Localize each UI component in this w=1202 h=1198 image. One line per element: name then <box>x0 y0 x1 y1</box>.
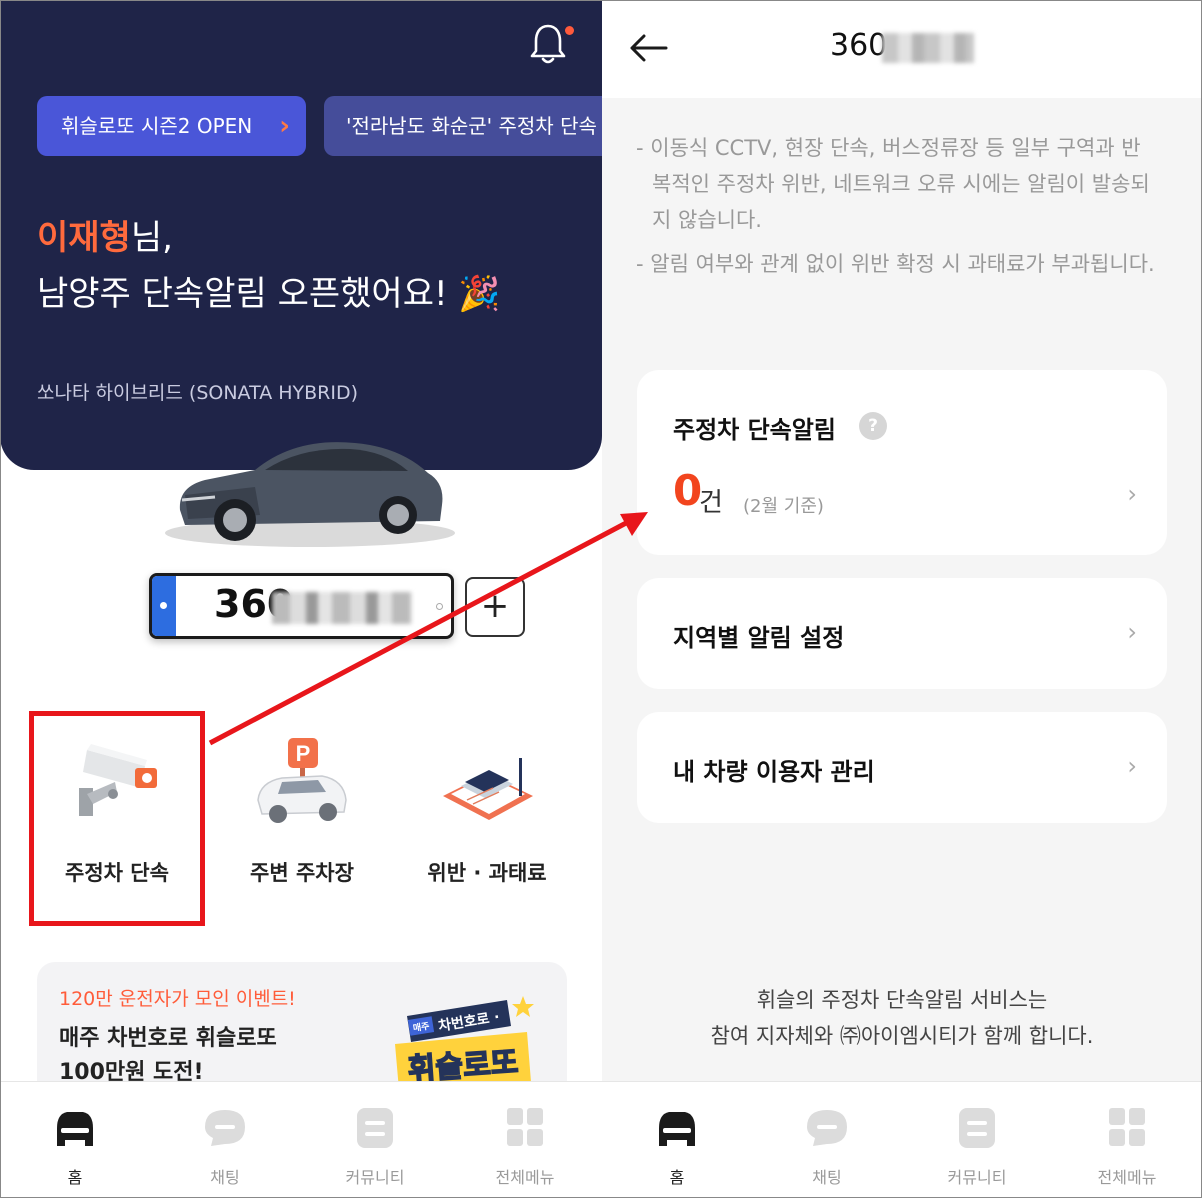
greeting-message: 남양주 단속알림 오픈했어요! 🎉 <box>37 274 501 314</box>
tab-all-menu[interactable]: 전체메뉴 <box>450 1082 600 1198</box>
tab-home[interactable]: 홈 <box>0 1082 150 1198</box>
add-vehicle-button[interactable]: + <box>465 577 525 637</box>
license-plate[interactable]: 360 <box>149 573 454 639</box>
card-title: 지역별 알림 설정 <box>673 624 845 652</box>
chip-label: 휘슬로또 시즌2 OPEN <box>61 114 253 138</box>
plate-bolt <box>436 603 443 610</box>
tab-label: 홈 <box>67 1168 83 1187</box>
greeting: 이재형님, 남양주 단속알림 오픈했어요! 🎉 <box>37 210 501 322</box>
fine-document-icon <box>443 758 533 820</box>
region-settings-card[interactable]: 지역별 알림 설정 › <box>637 578 1167 689</box>
tab-label: 전체메뉴 <box>495 1168 555 1187</box>
card-title: 주정차 단속알림 <box>673 416 836 444</box>
user-name: 이재형 <box>37 218 131 258</box>
page-title: 360 <box>830 28 888 63</box>
hero-banner: 휘슬로또 시즌2 OPEN › '전라남도 화순군' 주정차 단속 이재형님, … <box>0 0 602 470</box>
car-home-icon <box>57 1112 93 1146</box>
chat-bubble-icon <box>205 1110 245 1146</box>
tab-label: 채팅 <box>210 1168 240 1187</box>
top-bar: 360 <box>602 0 1202 98</box>
alert-count-basis: (2월 기준) <box>743 496 824 517</box>
tab-label: 채팅 <box>812 1168 842 1187</box>
chip-label: '전라남도 화순군' 주정차 단속 <box>346 114 597 138</box>
tab-label: 커뮤니티 <box>947 1168 1007 1187</box>
menu-violations-fines[interactable]: 위반 · 과태료 <box>402 730 572 905</box>
menu-label: 위반 · 과태료 <box>427 861 547 885</box>
chip-whistle-lotto[interactable]: 휘슬로또 시즌2 OPEN › <box>37 96 306 156</box>
chevron-right-icon: › <box>1127 618 1137 646</box>
notice-text: - 이동식 CCTV, 현장 단속, 버스정류장 등 일부 구역과 반복적인 주… <box>636 136 1150 232</box>
tab-chat[interactable]: 채팅 <box>752 1082 902 1198</box>
parking-alert-screen: 360 - 이동식 CCTV, 현장 단속, 버스정류장 등 일부 구역과 반복… <box>602 0 1202 1198</box>
bottom-tab-bar: 홈 채팅 커뮤니티 전체메뉴 <box>0 1081 602 1198</box>
event-title-line1: 매주 차번호로 휘슬로또 <box>59 1026 277 1051</box>
bottom-tab-bar: 홈 채팅 커뮤니티 전체메뉴 <box>602 1081 1202 1198</box>
car-model: 쏘나타 하이브리드 (SONATA HYBRID) <box>37 382 359 404</box>
user-management-card[interactable]: 내 차량 이용자 관리 › <box>637 712 1167 823</box>
tab-all-menu[interactable]: 전체메뉴 <box>1052 1082 1202 1198</box>
chevron-right-icon: › <box>1127 752 1137 780</box>
plate-number-masked <box>272 592 412 624</box>
greeting-suffix: 님, <box>130 218 173 258</box>
footer-line1: 휘슬의 주정차 단속알림 서비스는 <box>756 988 1048 1012</box>
car-image <box>165 442 455 547</box>
menu-nearby-parking[interactable]: P 주변 주차장 <box>217 730 387 905</box>
footer-line2: 참여 지자체와 ㈜아이엠시티가 함께 합니다. <box>710 1024 1094 1048</box>
community-icon <box>357 1108 393 1148</box>
tab-chat[interactable]: 채팅 <box>150 1082 300 1198</box>
chevron-right-icon: › <box>279 111 290 141</box>
parking-car-icon: P <box>257 738 347 823</box>
grid-menu-icon <box>507 1108 543 1146</box>
tab-home[interactable]: 홈 <box>602 1082 752 1198</box>
tab-label: 커뮤니티 <box>345 1168 405 1187</box>
card-title: 내 차량 이용자 관리 <box>673 758 875 786</box>
car-home-icon <box>659 1112 695 1146</box>
grid-menu-icon <box>1109 1108 1145 1146</box>
arrow-left-icon[interactable] <box>626 26 670 70</box>
alert-count-unit: 건 <box>699 488 723 518</box>
highlight-box <box>29 711 205 926</box>
menu-label: 주변 주차장 <box>250 861 354 885</box>
title-masked <box>882 33 974 63</box>
bell-icon[interactable] <box>528 22 568 66</box>
notification-dot <box>565 26 574 35</box>
tab-community[interactable]: 커뮤니티 <box>300 1082 450 1198</box>
event-tag: 120만 운전자가 모인 이벤트! <box>59 988 296 1010</box>
tab-label: 전체메뉴 <box>1097 1168 1157 1187</box>
alert-count: 0 <box>673 466 703 515</box>
whistle-lotto-logo: 매주 차번호로 · 휘슬로또 <box>395 996 534 1090</box>
chevron-right-icon: › <box>1127 480 1137 508</box>
tab-community[interactable]: 커뮤니티 <box>902 1082 1052 1198</box>
notice-text: - 알림 여부와 관계 없이 위반 확정 시 과태료가 부과됩니다. <box>636 252 1155 276</box>
svg-text:P: P <box>296 741 311 766</box>
help-icon[interactable]: ? <box>859 412 887 440</box>
home-screen: 휘슬로또 시즌2 OPEN › '전라남도 화순군' 주정차 단속 이재형님, … <box>0 0 602 1198</box>
service-footer: 휘슬의 주정차 단속알림 서비스는 참여 지자체와 ㈜아이엠시티가 함께 합니다… <box>602 982 1202 1054</box>
parking-alert-card[interactable]: 주정차 단속알림 ? 0 건 (2월 기준) › <box>637 370 1167 555</box>
plate-badge <box>152 576 176 636</box>
event-title: 매주 차번호로 휘슬로또 100만원 도전! <box>59 1022 349 1090</box>
tab-label: 홈 <box>669 1168 685 1187</box>
community-icon <box>959 1108 995 1148</box>
chat-bubble-icon <box>807 1110 847 1146</box>
chip-region-announcement[interactable]: '전라남도 화순군' 주정차 단속 <box>324 96 602 156</box>
